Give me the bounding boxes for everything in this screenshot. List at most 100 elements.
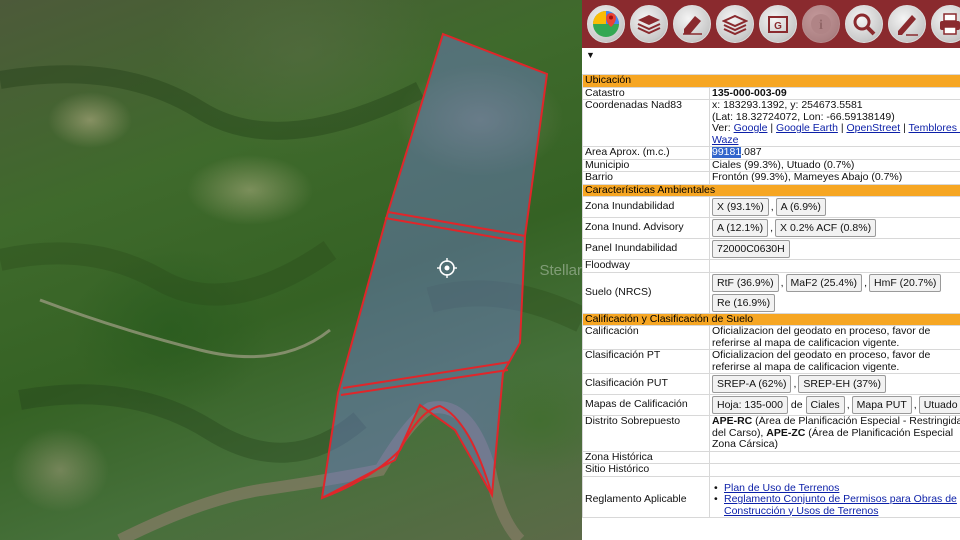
distrito-code-zc: APE-ZC	[766, 426, 806, 439]
value-distrito: APE-RC (Área de Planificación Especial -…	[708, 415, 960, 452]
magnifier-icon	[853, 13, 876, 36]
coords-xy: x: 183293.1392, y: 254673.5581	[712, 99, 863, 111]
value-barrio: Frontón (99.3%), Mameyes Abajo (0.7%)	[708, 171, 960, 185]
pencil-icon	[898, 15, 918, 36]
advisory-a-button[interactable]: A (12.1%)	[712, 219, 769, 237]
label-area: Area Aprox. (m.c.)	[582, 146, 710, 160]
row-calificacion: Calificación Oficializacion del geodato …	[582, 325, 960, 350]
flood-panel-button[interactable]: 72000C0630H	[712, 240, 790, 258]
search-button[interactable]	[845, 5, 883, 43]
print-button[interactable]	[931, 5, 960, 43]
value-calificacion: Oficializacion del geodato en proceso, f…	[708, 325, 960, 350]
link-temblores-usgs[interactable]: Temblores USGS	[909, 122, 960, 134]
gallery-icon: G	[768, 16, 788, 33]
link-openstreet[interactable]: OpenStreet	[846, 122, 900, 134]
value-catastro: 135-000-003-09	[708, 86, 960, 100]
value-suelo: RtF (36.9%), MaF2 (25.4%), HmF (20.7%) Re …	[708, 271, 960, 314]
srep-a-button[interactable]: SREP-A (62%)	[712, 375, 792, 393]
link-google[interactable]: Google	[734, 122, 768, 134]
soil-hmf-button[interactable]: HmF (20.7%)	[868, 273, 942, 292]
basemap-button[interactable]	[716, 5, 754, 43]
advisory-x-button[interactable]: X 0.2% ACF (0.8%)	[775, 219, 877, 237]
view-label: Ver:	[712, 122, 731, 134]
google-maps-icon	[593, 11, 619, 37]
row-inundabilidad: Zona Inundabilidad X (93.1%), A (6.9%)	[582, 196, 960, 218]
info-button[interactable]: i	[802, 5, 840, 43]
map-watermark: Stellar	[539, 262, 582, 279]
label-coordenadas: Coordenadas Nad83	[582, 99, 710, 147]
list-item: Reglamento Conjunto de Permisos para Obr…	[712, 493, 960, 517]
label-sitio-historico: Sitio Histórico	[582, 463, 710, 477]
value-coordenadas: x: 183293.1392, y: 254673.5581 (Lat: 18.…	[708, 99, 960, 147]
flood-zone-x-button[interactable]: X (93.1%)	[712, 198, 769, 216]
toolbar: G i	[582, 0, 960, 48]
row-mapas: Mapas de Calificación Hoja: 135-000 de C…	[582, 394, 960, 416]
row-suelo: Suelo (NRCS) RtF (36.9%), MaF2 (25.4%), Hm…	[582, 271, 960, 314]
draw-button[interactable]	[888, 5, 926, 43]
value-reglamento: Plan de Uso de Terrenos Reglamento Conju…	[708, 475, 960, 518]
label-inundabilidad: Zona Inundabilidad	[582, 196, 710, 218]
srep-eh-button[interactable]: SREP-EH (37%)	[798, 375, 886, 393]
link-google-earth[interactable]: Google Earth	[776, 122, 838, 134]
svg-text:G: G	[774, 21, 782, 32]
value-clasificacion-pt: Oficializacion del geodato en proceso, f…	[708, 349, 960, 374]
reglamento-list: Plan de Uso de Terrenos Reglamento Conju…	[712, 482, 960, 517]
value-area: 99181.087	[708, 146, 960, 160]
link-waze[interactable]: Waze	[712, 134, 738, 146]
row-panel: Panel Inundabilidad 72000C0630H	[582, 238, 960, 260]
hoja-button[interactable]: Hoja: 135-000	[712, 396, 788, 414]
parcel-polygon[interactable]	[320, 32, 549, 500]
ciales-button[interactable]: Ciales	[805, 396, 845, 414]
satellite-map[interactable]: Stellar	[0, 0, 582, 540]
soil-maf2-button[interactable]: MaF2 (25.4%)	[785, 273, 863, 292]
row-advisory: Zona Inund. Advisory A (12.1%), X 0.2% AC…	[582, 217, 960, 239]
google-maps-button[interactable]	[587, 5, 625, 43]
area-selected-text: 99181	[712, 146, 742, 158]
value-clasificacion-put: SREP-A (62%), SREP-EH (37%)	[708, 373, 960, 395]
row-catastro: Catastro 135-000-003-09	[582, 86, 960, 100]
link-reglamento-conjunto[interactable]: Reglamento Conjunto de Permisos para Obr…	[724, 493, 957, 517]
info-panel: ▼ Ubicación Catastro 135-000-003-09 Coor…	[582, 48, 960, 540]
label-reglamento: Reglamento Aplicable	[582, 475, 710, 518]
value-inundabilidad: X (93.1%), A (6.9%)	[708, 196, 960, 218]
area-decimal: .087	[741, 146, 762, 158]
label-panel: Panel Inundabilidad	[582, 238, 710, 260]
value-sitio-historico	[708, 463, 960, 477]
distrito-code-rc: APE-RC	[712, 415, 753, 427]
row-floodway: Floodway	[582, 259, 960, 273]
row-zona-historica: Zona Histórica	[582, 450, 960, 464]
label-clasificacion-put: Clasificación PUT	[582, 373, 710, 395]
property-table: Ubicación Catastro 135-000-003-09 Coorde…	[582, 74, 960, 518]
label-distrito: Distrito Sobrepuesto	[582, 415, 710, 452]
flood-zone-a-button[interactable]: A (6.9%)	[775, 198, 826, 216]
view-links: Ver: Google | Google Earth | OpenStreet …	[712, 122, 960, 135]
soil-rtf-button[interactable]: RtF (36.9%)	[712, 273, 779, 292]
soil-re-button[interactable]: Re (16.9%)	[712, 293, 776, 312]
utuado-button[interactable]: Utuado	[918, 396, 960, 414]
label-municipio: Municipio	[582, 158, 710, 172]
label-suelo: Suelo (NRCS)	[582, 271, 710, 314]
svg-text:i: i	[819, 18, 823, 33]
label-calificacion: Calificación	[582, 325, 710, 350]
label-zona-historica: Zona Histórica	[582, 450, 710, 464]
map-overlay	[0, 32, 582, 540]
label-floodway: Floodway	[582, 259, 710, 273]
value-zona-historica	[708, 450, 960, 464]
row-clasificacion-pt: Clasificación PT Oficializacion del geod…	[582, 349, 960, 374]
mapa-put-button[interactable]: Mapa PUT	[851, 396, 912, 414]
value-panel: 72000C0630H	[708, 238, 960, 260]
value-municipio: Ciales (99.3%), Utuado (0.7%)	[708, 158, 960, 172]
de-text: de	[790, 399, 803, 411]
gallery-button[interactable]: G	[759, 5, 797, 43]
collapse-caret-icon[interactable]: ▼	[582, 48, 960, 74]
label-mapas: Mapas de Calificación	[582, 394, 710, 416]
printer-icon	[940, 13, 960, 35]
section-header-calificacion: Calificación y Clasificación de Suelo	[582, 312, 960, 326]
eraser-button[interactable]	[673, 5, 711, 43]
value-mapas: Hoja: 135-000 de Ciales, Mapa PUT, Utuado	[708, 394, 960, 416]
layers-button[interactable]	[630, 5, 668, 43]
layers-icon	[637, 15, 661, 35]
row-barrio: Barrio Frontón (99.3%), Mameyes Abajo (0…	[582, 171, 960, 185]
label-catastro: Catastro	[582, 86, 710, 100]
link-plan-uso-terrenos[interactable]: Plan de Uso de Terrenos	[724, 482, 839, 494]
